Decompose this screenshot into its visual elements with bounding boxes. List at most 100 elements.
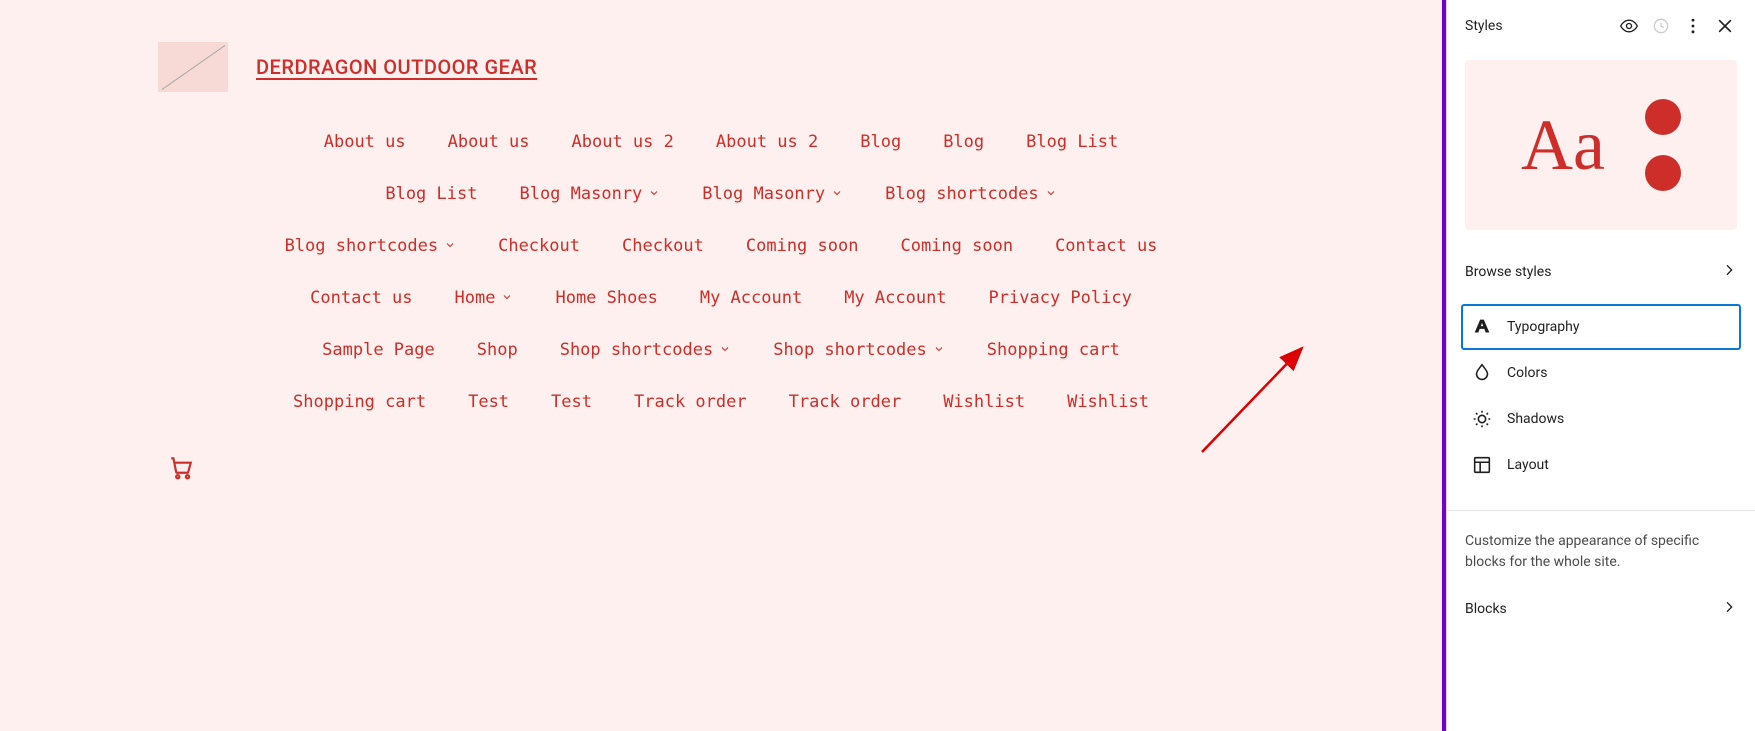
preview-aa: Aa — [1521, 104, 1605, 187]
nav-item[interactable]: About us — [324, 132, 406, 152]
style-item-layout[interactable]: Layout — [1461, 442, 1741, 488]
nav-item-label: About us — [448, 132, 530, 152]
nav-item[interactable]: Track order — [634, 392, 747, 412]
nav-item-label: Track order — [634, 392, 747, 412]
cart-icon[interactable] — [168, 454, 1284, 484]
nav-item-label: My Account — [700, 288, 802, 308]
style-item-shadows[interactable]: Shadows — [1461, 396, 1741, 442]
nav-item-label: Coming soon — [746, 236, 859, 256]
layout-icon — [1471, 454, 1493, 476]
nav-item[interactable]: Contact us — [1055, 236, 1157, 256]
style-preview[interactable]: Aa — [1465, 60, 1737, 230]
nav-item-label: Blog — [943, 132, 984, 152]
typography-icon — [1471, 316, 1493, 338]
sidebar-header: Styles — [1447, 0, 1755, 52]
nav-item[interactable]: Coming soon — [900, 236, 1013, 256]
chevron-down-icon — [648, 184, 660, 204]
nav-item[interactable]: Shop shortcodes — [560, 340, 732, 360]
nav-item-label: Track order — [789, 392, 902, 412]
nav-item[interactable]: Coming soon — [746, 236, 859, 256]
nav-item[interactable]: About us — [448, 132, 530, 152]
close-icon[interactable] — [1713, 14, 1737, 38]
nav-item-label: Blog — [860, 132, 901, 152]
nav-item-label: My Account — [844, 288, 946, 308]
nav-item[interactable]: Shop — [477, 340, 518, 360]
nav-item[interactable]: Blog List — [385, 184, 477, 204]
nav-item[interactable]: My Account — [700, 288, 802, 308]
nav-item[interactable]: About us 2 — [716, 132, 818, 152]
nav-item-label: Shop shortcodes — [773, 340, 927, 360]
style-item-label: Layout — [1507, 457, 1549, 473]
nav-item-label: Checkout — [498, 236, 580, 256]
nav-item-label: About us 2 — [716, 132, 818, 152]
nav-item[interactable]: Blog List — [1026, 132, 1118, 152]
nav-item-label: Contact us — [310, 288, 412, 308]
nav-item[interactable]: Test — [468, 392, 509, 412]
nav-item-label: Wishlist — [943, 392, 1025, 412]
site-title[interactable]: DERDRAGON OUTDOOR GEAR — [256, 55, 537, 79]
nav-item[interactable]: Shopping cart — [293, 392, 426, 412]
nav-item-label: About us — [324, 132, 406, 152]
nav-item-label: Contact us — [1055, 236, 1157, 256]
nav-item[interactable]: Track order — [789, 392, 902, 412]
nav-item-label: Blog Masonry — [702, 184, 825, 204]
blocks-description: Customize the appearance of specific blo… — [1447, 511, 1755, 583]
chevron-right-icon — [1721, 262, 1737, 282]
nav-item-label: Test — [468, 392, 509, 412]
nav-item[interactable]: Blog — [860, 132, 901, 152]
colors-icon — [1471, 362, 1493, 384]
nav-item[interactable]: Home — [455, 288, 514, 308]
nav-item-label: About us 2 — [572, 132, 674, 152]
chevron-right-icon — [1721, 599, 1737, 619]
style-item-colors[interactable]: Colors — [1461, 350, 1741, 396]
nav-item-label: Blog List — [385, 184, 477, 204]
nav-item[interactable]: Blog Masonry — [519, 184, 660, 204]
nav-item-label: Blog shortcodes — [885, 184, 1039, 204]
nav-item-label: Wishlist — [1067, 392, 1149, 412]
styles-sidebar: Styles Aa Browse styles — [1446, 0, 1755, 731]
revisions-icon[interactable] — [1649, 14, 1673, 38]
nav-item[interactable]: Wishlist — [1067, 392, 1149, 412]
sidebar-title: Styles — [1465, 18, 1609, 34]
nav-item[interactable]: About us 2 — [572, 132, 674, 152]
nav-item-label: Blog shortcodes — [285, 236, 439, 256]
browse-styles-row[interactable]: Browse styles — [1447, 246, 1755, 298]
style-book-icon[interactable] — [1617, 14, 1641, 38]
nav-item[interactable]: Wishlist — [943, 392, 1025, 412]
chevron-down-icon — [831, 184, 843, 204]
chevron-down-icon — [501, 288, 513, 308]
nav-item[interactable]: Blog — [943, 132, 984, 152]
nav-item[interactable]: Home Shoes — [555, 288, 657, 308]
more-icon[interactable] — [1681, 14, 1705, 38]
nav-item[interactable]: Privacy Policy — [989, 288, 1132, 308]
blocks-row[interactable]: Blocks — [1447, 583, 1755, 635]
nav-item-label: Coming soon — [900, 236, 1013, 256]
chevron-down-icon — [719, 340, 731, 360]
shadows-icon — [1471, 408, 1493, 430]
site-header: DERDRAGON OUTDOOR GEAR — [158, 42, 1284, 92]
style-item-typography[interactable]: Typography — [1461, 304, 1741, 350]
nav-item[interactable]: Checkout — [622, 236, 704, 256]
nav-item[interactable]: Shopping cart — [987, 340, 1120, 360]
nav-item[interactable]: Blog Masonry — [702, 184, 843, 204]
nav-item-label: Blog List — [1026, 132, 1118, 152]
nav-item[interactable]: Blog shortcodes — [285, 236, 457, 256]
browse-styles-label: Browse styles — [1465, 264, 1551, 280]
blocks-label: Blocks — [1465, 601, 1507, 617]
site-logo-placeholder[interactable] — [158, 42, 228, 92]
preview-color-dot — [1645, 99, 1681, 135]
style-item-label: Colors — [1507, 365, 1547, 381]
style-item-label: Shadows — [1507, 411, 1564, 427]
nav-item[interactable]: Shop shortcodes — [773, 340, 945, 360]
nav-item[interactable]: Blog shortcodes — [885, 184, 1057, 204]
nav-item[interactable]: Test — [551, 392, 592, 412]
editor-canvas[interactable]: DERDRAGON OUTDOOR GEAR About usAbout usA… — [0, 0, 1446, 731]
nav-item[interactable]: My Account — [844, 288, 946, 308]
primary-navigation: About us About us About us 2 About us 2 Blog… — [281, 132, 1161, 412]
nav-item-label: Shopping cart — [987, 340, 1120, 360]
nav-item-label: Blog Masonry — [519, 184, 642, 204]
nav-item[interactable]: Checkout — [498, 236, 580, 256]
nav-item-label: Shop shortcodes — [560, 340, 714, 360]
nav-item[interactable]: Sample Page — [322, 340, 435, 360]
nav-item[interactable]: Contact us — [310, 288, 412, 308]
